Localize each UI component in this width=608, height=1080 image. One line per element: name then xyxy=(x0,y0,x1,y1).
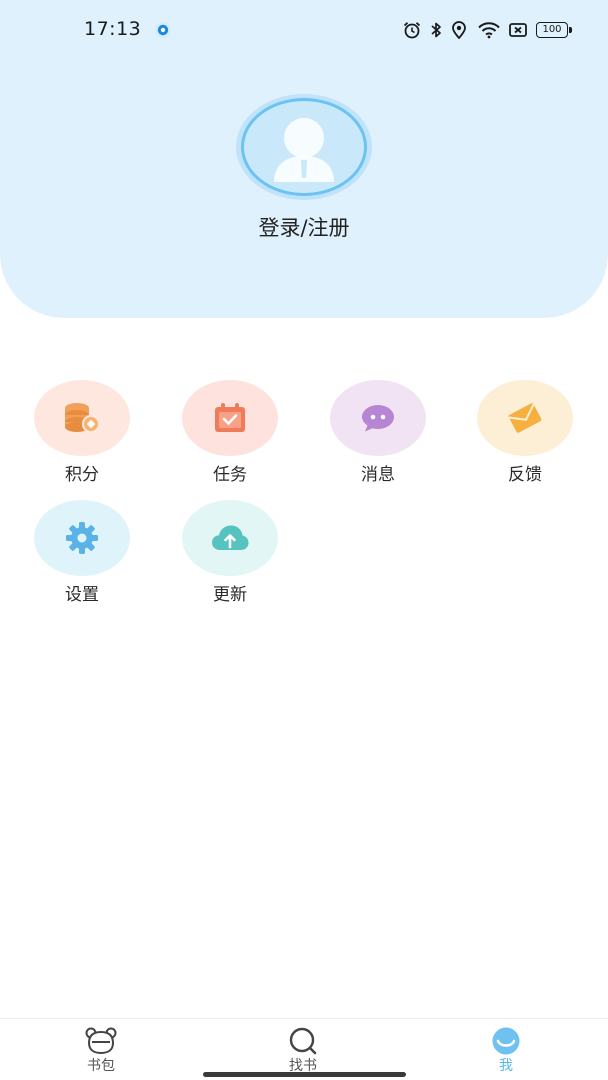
avatar-ring xyxy=(241,98,367,196)
user-silhouette-icon xyxy=(274,118,334,182)
update-label: 更新 xyxy=(213,585,247,605)
smile-face-icon xyxy=(492,1027,520,1055)
feedback-label: 反馈 xyxy=(508,465,542,485)
nav-label-bookshelf: 书包 xyxy=(87,1058,115,1074)
menu-item-tasks[interactable]: 任务 xyxy=(182,380,278,490)
nav-label-me: 我 xyxy=(499,1058,513,1074)
search-icon xyxy=(289,1027,317,1055)
calendar-check-icon xyxy=(215,403,245,432)
coins-icon xyxy=(65,403,100,433)
settings-icon-bg xyxy=(34,500,130,576)
menu-item-update[interactable]: 更新 xyxy=(182,500,278,610)
feedback-icon-bg xyxy=(477,380,573,456)
battery-icon: 100 xyxy=(536,22,572,38)
points-label: 积分 xyxy=(65,465,99,485)
tasks-icon-bg xyxy=(182,380,278,456)
update-icon-bg xyxy=(182,500,278,576)
nav-tab-me[interactable]: 我 xyxy=(446,1019,566,1080)
nav-tab-bookshelf[interactable]: 书包 xyxy=(41,1019,161,1080)
avatar[interactable] xyxy=(236,94,372,200)
envelope-icon xyxy=(508,403,542,433)
bottom-nav: 书包 找书 我 xyxy=(0,1018,608,1080)
home-indicator[interactable] xyxy=(203,1072,406,1077)
status-bar: 17:13 100 xyxy=(0,0,608,60)
profile-screen: 17:13 100 登录/注册 积分 任务 消息 反馈 设置 更新 书包 找书 … xyxy=(0,0,608,1080)
cloud-upload-icon xyxy=(212,525,249,550)
messages-label: 消息 xyxy=(361,465,395,485)
nav-tab-find-books[interactable]: 找书 xyxy=(243,1019,363,1080)
menu-item-messages[interactable]: 消息 xyxy=(330,380,426,490)
app-notification-icon xyxy=(155,22,171,38)
alarm-icon xyxy=(403,22,421,39)
menu-item-feedback[interactable]: 反馈 xyxy=(477,380,573,490)
tasks-label: 任务 xyxy=(213,465,247,485)
chat-bubble-icon xyxy=(362,405,394,432)
bluetooth-icon xyxy=(431,22,441,38)
sim-off-icon xyxy=(509,23,527,37)
bear-face-icon xyxy=(85,1027,117,1055)
gear-icon xyxy=(66,522,98,554)
location-icon xyxy=(452,21,466,39)
wifi-icon xyxy=(478,22,500,39)
menu-item-settings[interactable]: 设置 xyxy=(34,500,130,610)
status-time: 17:13 xyxy=(84,18,142,40)
menu-item-points[interactable]: 积分 xyxy=(34,380,130,490)
settings-label: 设置 xyxy=(65,585,99,605)
points-icon-bg xyxy=(34,380,130,456)
login-register-link[interactable]: 登录/注册 xyxy=(0,212,608,242)
messages-icon-bg xyxy=(330,380,426,456)
